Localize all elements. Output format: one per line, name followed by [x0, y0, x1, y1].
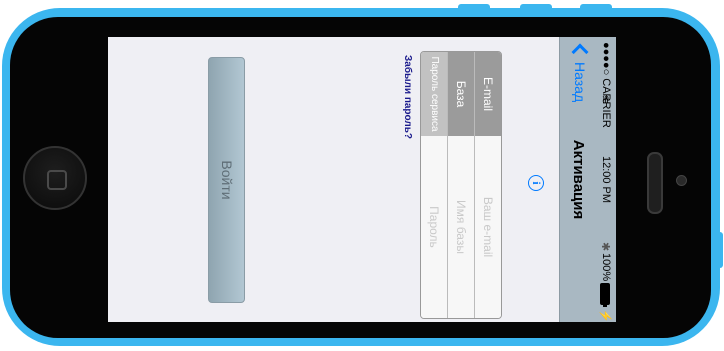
battery-icon [600, 283, 610, 305]
email-label: E-mail [475, 52, 501, 136]
bluetooth-icon: ✱ [599, 242, 611, 252]
database-label: База [448, 52, 474, 136]
home-button[interactable] [23, 146, 87, 210]
service-password-label: Пароль сервиса [421, 52, 447, 136]
forgot-password-link[interactable]: Забыли пароль? [402, 55, 413, 139]
email-field[interactable]: Ваш e-mail [475, 136, 501, 318]
email-row: E-mail Ваш e-mail [474, 52, 501, 318]
status-bar: ●●●●○ CARRIER ≋ 12:00 PM ✱ 100% ⚡ [596, 37, 616, 322]
activation-form: E-mail Ваш e-mail База Имя базы Пароль с… [420, 51, 502, 319]
password-field[interactable]: Пароль [421, 136, 447, 318]
password-row: Пароль сервиса Пароль [421, 52, 447, 318]
database-row: База Имя базы [447, 52, 474, 318]
navigation-bar: Назад Активация [559, 37, 596, 322]
volume-button [458, 4, 490, 12]
info-icon[interactable]: i [528, 175, 544, 191]
phone-screen: ●●●●○ CARRIER ≋ 12:00 PM ✱ 100% ⚡ Назад … [108, 37, 616, 322]
front-camera [676, 175, 687, 186]
earpiece-speaker [647, 152, 663, 214]
charging-icon: ⚡ [599, 309, 611, 322]
database-name-field[interactable]: Имя базы [448, 136, 474, 318]
app-view: ●●●●○ CARRIER ≋ 12:00 PM ✱ 100% ⚡ Назад … [108, 37, 616, 322]
mute-switch [580, 4, 612, 12]
volume-button [520, 4, 552, 12]
battery-percent: 100% [600, 253, 612, 282]
login-button[interactable]: Войти [208, 57, 245, 303]
page-title: Активация [570, 139, 587, 220]
home-square-icon [47, 170, 67, 190]
power-button [716, 232, 723, 268]
